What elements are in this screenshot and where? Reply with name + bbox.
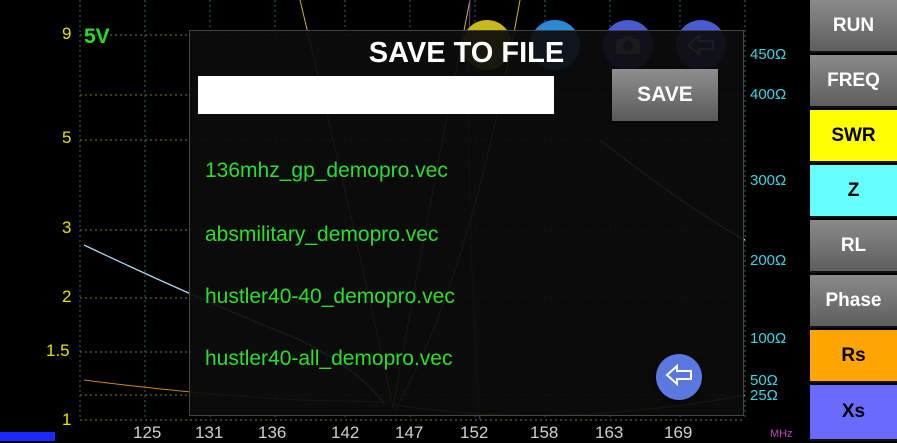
save-button[interactable]: SAVE	[612, 69, 718, 121]
impedance-tick-label: 25Ω	[750, 387, 778, 404]
y-tick-label: 9	[62, 24, 72, 43]
dialog-title: SAVE TO FILE	[368, 37, 565, 69]
impedance-tick-label: 450Ω	[750, 46, 787, 63]
y-tick-label: 5	[62, 128, 72, 147]
x-tick-label: 152	[460, 423, 489, 442]
x-tick-label: 169	[664, 423, 693, 442]
x-unit-label: MHz	[770, 428, 793, 440]
impedance-tick-label: 200Ω	[750, 252, 787, 269]
phase-button[interactable]: Phase	[810, 275, 897, 328]
filename-input[interactable]	[198, 76, 554, 114]
x-tick-label: 142	[331, 423, 360, 442]
x-tick-label: 136	[258, 423, 287, 442]
rl-button[interactable]: RL	[810, 220, 897, 273]
freq-button[interactable]: FREQ	[810, 55, 897, 108]
file-list-item[interactable]: hustler40-all_demopro.vec	[205, 347, 452, 371]
x-tick-label: 163	[595, 423, 624, 442]
x-tick-label: 125	[133, 423, 162, 442]
y-tick-label: 3	[62, 218, 72, 237]
x-tick-label: 147	[395, 423, 424, 442]
swr-button[interactable]: SWR	[810, 110, 897, 163]
xs-button[interactable]: Xs	[810, 385, 897, 441]
save-to-file-dialog: SAVE TO FILE SAVE 136mhz_gp_demopro.vec …	[189, 30, 744, 416]
mode-sidebar: RUN FREQ SWR Z RL Phase Rs Xs	[810, 0, 897, 441]
impedance-tick-label: 300Ω	[750, 172, 787, 189]
y-tick-label: 1.5	[46, 341, 70, 360]
x-tick-label: 131	[195, 423, 224, 442]
z-button[interactable]: Z	[810, 165, 897, 218]
file-list-item[interactable]: absmilitary_demopro.vec	[205, 223, 438, 247]
back-arrow-icon	[665, 363, 693, 391]
file-list-item[interactable]: 136mhz_gp_demopro.vec	[205, 159, 448, 183]
file-list-item[interactable]: hustler40-40_demopro.vec	[205, 285, 455, 309]
y-tick-label: 1	[62, 410, 72, 429]
rs-button[interactable]: Rs	[810, 330, 897, 383]
voltage-label: 5V	[84, 25, 110, 48]
x-tick-label: 158	[530, 423, 559, 442]
y-tick-label: 2	[62, 287, 72, 306]
dialog-back-button[interactable]	[656, 354, 702, 400]
run-button[interactable]: RUN	[810, 0, 897, 53]
impedance-tick-label: 100Ω	[750, 330, 787, 347]
impedance-tick-label: 400Ω	[750, 86, 787, 103]
